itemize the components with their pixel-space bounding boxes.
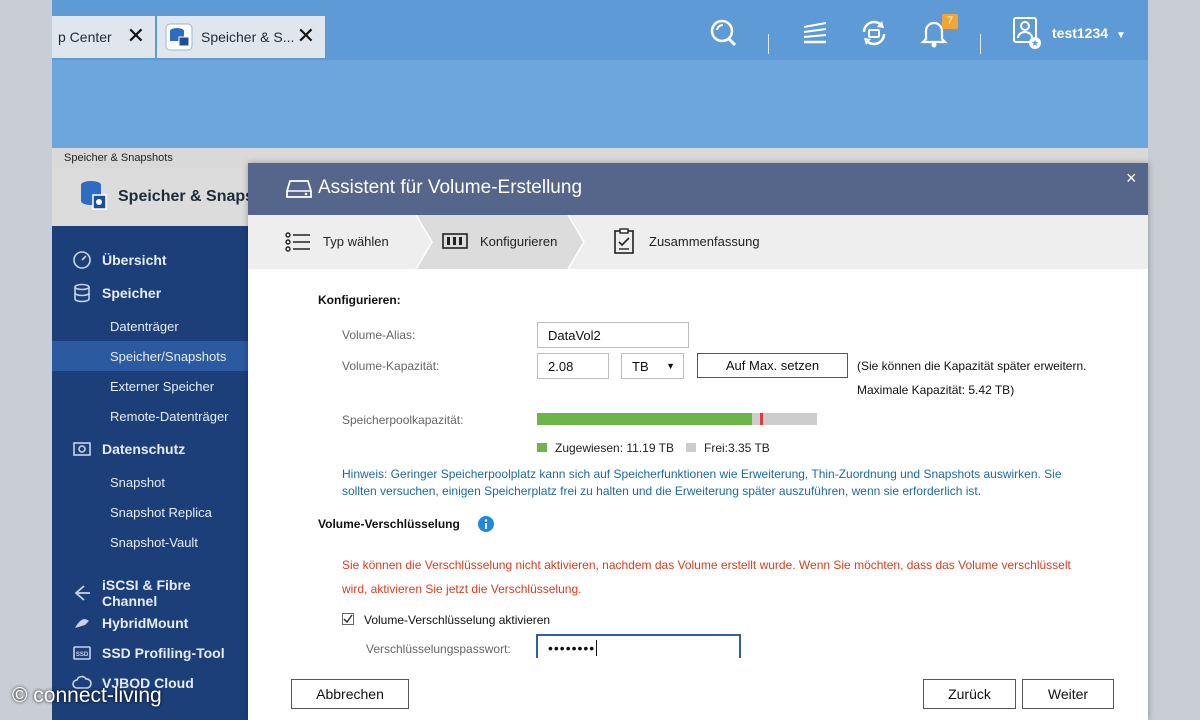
text-cursor xyxy=(596,640,598,656)
search-icon[interactable] xyxy=(707,18,739,48)
watermark: © connect-living xyxy=(12,684,162,707)
nav-label: iSCSI & Fibre Channel xyxy=(102,577,191,609)
dashboard-icon xyxy=(72,250,92,270)
capacity-input[interactable]: 2.08 xyxy=(537,353,609,379)
ssd-icon: SSD xyxy=(72,643,92,663)
pool-allocated-segment xyxy=(537,413,753,425)
pool-new-segment xyxy=(760,413,764,425)
sync-icon[interactable] xyxy=(858,18,890,48)
nav-item-remote-disks[interactable]: Remote-Datenträger xyxy=(52,401,248,431)
section-title: Konfigurieren: xyxy=(318,293,401,307)
caret-down-icon: ▼ xyxy=(1115,30,1126,41)
desktop-banner xyxy=(52,60,1148,148)
checkmark-icon xyxy=(343,614,353,624)
warning-line: wird, aktivieren Sie jetzt die Verschlüs… xyxy=(342,582,582,596)
legend-free: Frei:3.35 TB xyxy=(704,441,770,455)
tab-label: Speicher & S... xyxy=(201,29,295,45)
caret-down-icon: ▼ xyxy=(666,361,675,371)
nav-label: SSD Profiling-Tool xyxy=(102,645,225,661)
capacity-note: (Sie können die Kapazität später erweite… xyxy=(857,359,1087,373)
encryption-checkbox[interactable] xyxy=(342,613,354,625)
svg-text:★: ★ xyxy=(1031,38,1039,48)
close-icon[interactable]: ✕ xyxy=(127,25,145,47)
close-icon[interactable]: × xyxy=(1126,168,1137,189)
nav-label: Datenschutz xyxy=(102,441,186,457)
legend-allocated: Zugewiesen: 11.19 TB xyxy=(555,441,674,455)
password-value: •••••••• xyxy=(548,640,596,656)
encryption-warning: Sie können die Verschlüsselung nicht akt… xyxy=(342,553,1102,601)
nav-label: Speicher xyxy=(102,285,162,301)
nav-item-disks[interactable]: Datenträger xyxy=(52,311,248,341)
pool-label: Speicherpoolkapazität: xyxy=(342,413,464,427)
user-icon[interactable]: ★ xyxy=(1010,17,1042,49)
camera-icon xyxy=(72,439,92,459)
pool-capacity-bar xyxy=(537,413,817,425)
tab-app-center[interactable]: p Center ✕ xyxy=(52,16,155,58)
max-capacity: Maximale Kapazität: 5.42 TB) xyxy=(857,383,1015,397)
nav-item-external-storage[interactable]: Externer Speicher xyxy=(52,371,248,401)
nav-label: HybridMount xyxy=(102,615,189,631)
step-configure: Konfigurieren xyxy=(480,234,558,249)
dialog-title: Assistent für Volume-Erstellung xyxy=(318,177,583,198)
nav-item-snapshot-vault[interactable]: Snapshot-Vault xyxy=(52,527,248,557)
sidebar: Übersicht Speicher Datenträger Speicher/… xyxy=(52,226,248,720)
hint-text: Hinweis: Geringer Speicherpoolplatz kann… xyxy=(342,466,1082,500)
password-label: Verschlüsselungspasswort: xyxy=(366,642,511,656)
set-max-button[interactable]: Auf Max. setzen xyxy=(697,353,848,378)
list-icon xyxy=(285,231,311,258)
legend-allocated-swatch xyxy=(537,443,547,452)
capacity-unit-select[interactable]: TB ▼ xyxy=(621,353,684,379)
nav-item-iscsi[interactable]: iSCSI & Fibre Channel xyxy=(52,577,248,609)
drive-icon xyxy=(286,178,312,205)
hint-line: Hinweis: Geringer Speicherpoolplatz kann… xyxy=(342,467,1062,481)
nav-item-data-protection[interactable]: Datenschutz xyxy=(52,434,248,464)
background-strip xyxy=(1148,0,1200,720)
unit-value: TB xyxy=(632,358,649,374)
notification-badge: 7 xyxy=(942,14,958,29)
database-icon xyxy=(72,283,92,303)
app-header: Speicher & Snapsh xyxy=(52,168,264,226)
user-name: test1234 xyxy=(1052,25,1109,41)
svg-text:SSD: SSD xyxy=(76,652,89,658)
hint-line: sollten versuchen, einigen Speicherplatz… xyxy=(342,484,982,498)
legend-free-swatch xyxy=(686,443,696,452)
close-icon[interactable]: ✕ xyxy=(297,25,315,47)
step-summary: Zusammenfassung xyxy=(649,234,760,249)
cancel-button[interactable]: Abbrechen xyxy=(291,679,409,709)
alias-input[interactable]: DataVol2 xyxy=(537,322,689,348)
configure-icon xyxy=(442,232,468,255)
app-title: Speicher & Snapsh xyxy=(118,188,264,205)
tab-storage-snapshots[interactable]: Speicher & S... ✕ xyxy=(157,16,325,58)
next-button[interactable]: Weiter xyxy=(1022,679,1114,709)
nav-item-ssd-profiling[interactable]: SSD SSD Profiling-Tool xyxy=(52,638,248,668)
nav-item-hybridmount[interactable]: HybridMount xyxy=(52,608,248,638)
back-button[interactable]: Zurück xyxy=(923,679,1016,709)
encryption-checkbox-label[interactable]: Volume-Verschlüsselung aktivieren xyxy=(364,613,550,627)
nav-label: Übersicht xyxy=(102,252,167,268)
user-menu[interactable]: test1234 ▼ xyxy=(1052,25,1126,41)
encryption-title: Volume-Verschlüsselung xyxy=(318,517,460,531)
warning-line: Sie können die Verschlüsselung nicht akt… xyxy=(342,558,1071,572)
nav-item-snapshot[interactable]: Snapshot xyxy=(52,467,248,497)
nav-item-storage[interactable]: Speicher xyxy=(52,278,248,308)
clipboard-icon xyxy=(613,228,635,259)
nav-item-overview[interactable]: Übersicht xyxy=(52,245,248,275)
nav-item-snapshot-replica[interactable]: Snapshot Replica xyxy=(52,497,248,527)
alias-label: Volume-Alias: xyxy=(342,328,416,342)
iscsi-icon xyxy=(72,583,92,603)
task-icon[interactable] xyxy=(799,18,831,48)
info-icon[interactable] xyxy=(478,516,494,537)
storage-app-icon xyxy=(78,179,108,216)
storage-app-icon xyxy=(165,23,193,51)
separator xyxy=(980,34,981,54)
step-choose-type: Typ wählen xyxy=(323,234,389,249)
nav-item-storage-snapshots[interactable]: Speicher/Snapshots xyxy=(52,341,248,371)
hybridmount-icon xyxy=(72,613,92,633)
tab-label: p Center xyxy=(58,29,112,45)
separator xyxy=(768,34,769,54)
capacity-label: Volume-Kapazität: xyxy=(342,359,440,373)
